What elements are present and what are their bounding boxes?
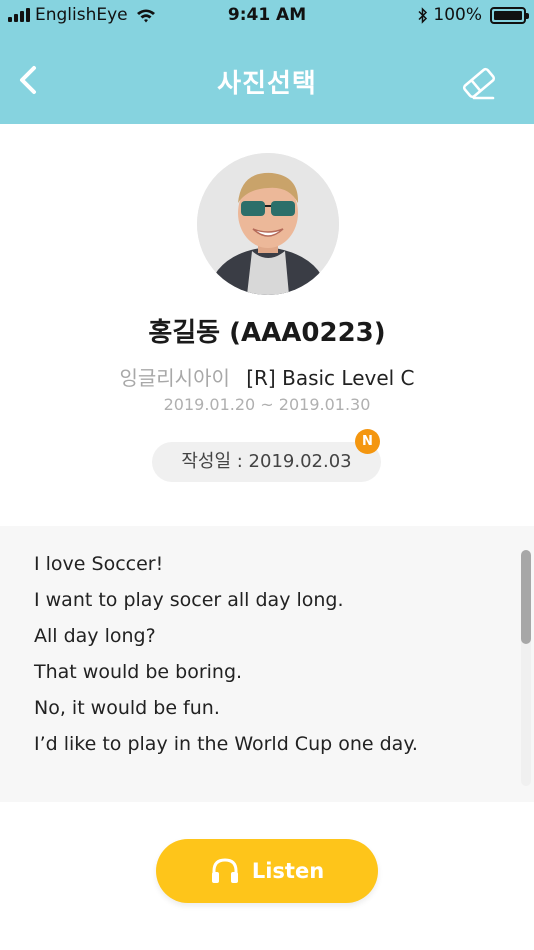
content-line: I’d like to play in the World Cup one da… [34,733,418,755]
eraser-button[interactable] [460,64,498,102]
profile-section: 홍길동 (AAA0223) 잉글리시아이 [R] Basic Level C 2… [0,124,534,524]
content-lines: I love Soccer! I want to play socer all … [34,546,418,762]
headphones-icon [211,858,238,883]
eraser-icon [462,67,496,100]
listen-label: Listen [251,859,325,883]
diary-content-box[interactable]: I love Soccer! I want to play socer all … [0,526,534,802]
content-line: No, it would be fun. [34,697,220,719]
status-bar: EnglishEye 9:41 AM 100% [0,0,534,30]
avatar-photo [197,153,339,295]
student-name: 홍길동 (AAA0223) [148,318,386,348]
content-line: All day long? [34,625,156,647]
battery-icon [490,6,529,24]
written-date-pill: 작성일 : 2019.02.03 [152,442,381,482]
content-line: I want to play socer all day long. [34,589,344,611]
school-name: 잉글리시아이 [119,366,230,390]
course-period: 2019.01.20 ~ 2019.01.30 [163,395,371,414]
content-line: I love Soccer! [34,553,164,575]
status-right: 100% [418,5,529,25]
content-line: That would be boring. [34,661,243,683]
page-title: 사진선택 [217,69,317,99]
bluetooth-icon [418,6,428,24]
school-course-line: 잉글리시아이 [R] Basic Level C [0,362,534,391]
listen-button[interactable]: Listen [156,839,378,903]
battery-percent: 100% [433,5,482,25]
avatar [197,153,339,295]
course-name: [R] Basic Level C [246,366,415,390]
app-header: EnglishEye 9:41 AM 100% 사진선택 [0,0,534,124]
new-badge: N [355,429,380,454]
scrollbar-thumb[interactable] [521,550,531,644]
